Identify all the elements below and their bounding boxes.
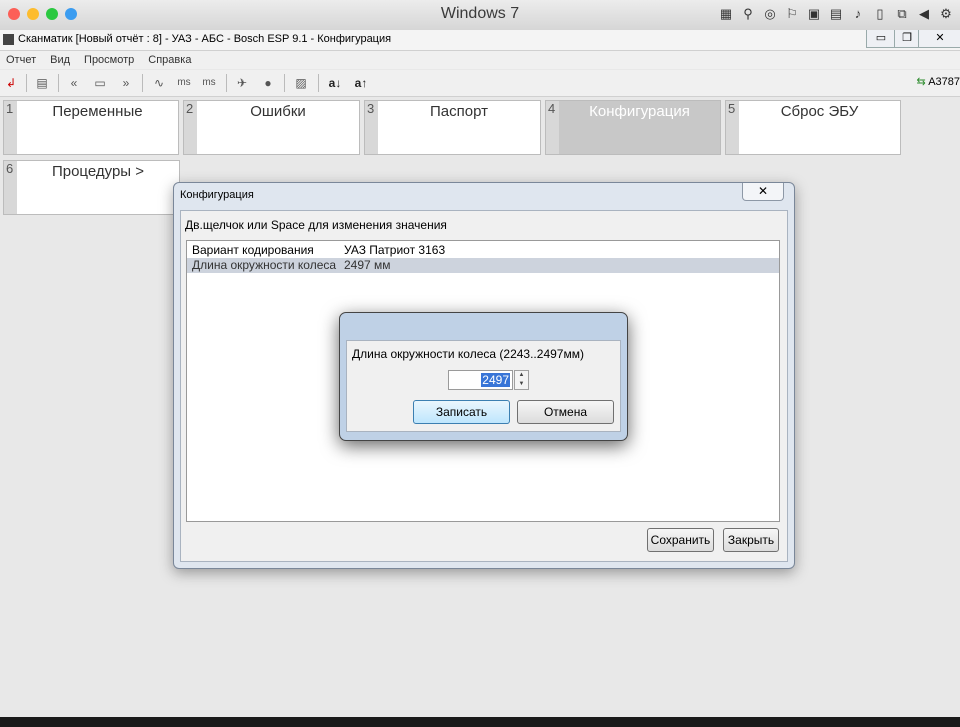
font-increase-icon[interactable]: a↑	[352, 74, 370, 92]
gear-icon[interactable]: ⚙	[938, 6, 954, 22]
usb-connection-icon: ⇆	[916, 76, 926, 88]
input-label: Длина окружности колеса (2243..2497мм)	[352, 347, 584, 361]
tab-ecu-reset[interactable]: 5 Сброс ЭБУ	[725, 100, 901, 155]
graph-icon[interactable]: ∿	[150, 74, 168, 92]
toolbar-separator	[26, 74, 27, 92]
tab-label: Конфигурация	[589, 103, 690, 120]
dialog-close-button[interactable]: ✕	[742, 183, 784, 201]
exit-icon[interactable]: ↲	[2, 74, 20, 92]
tab-number: 1	[4, 101, 17, 154]
connection-status: ⇆ A3787	[917, 75, 960, 88]
tab-number: 3	[365, 101, 378, 154]
save-icon[interactable]: ▤	[828, 6, 844, 22]
picture-icon[interactable]: ▨	[292, 74, 310, 92]
font-decrease-icon[interactable]: a↓	[326, 74, 344, 92]
row-name: Вариант кодирования	[192, 243, 314, 257]
tab-label: Сброс ЭБУ	[780, 103, 859, 120]
row-value: 2497 мм	[344, 258, 391, 272]
tab-label: Переменные	[52, 103, 143, 120]
speaker-icon[interactable]: ♪	[850, 6, 866, 22]
cd-icon[interactable]: ◎	[762, 6, 778, 22]
spin-up-icon[interactable]: ▲	[515, 371, 528, 380]
menu-bar: Отчет Вид Просмотр Справка	[0, 51, 960, 69]
rewind-icon[interactable]: «	[65, 74, 83, 92]
cancel-button[interactable]: Отмена	[517, 400, 614, 424]
plane-icon[interactable]: ✈	[233, 74, 251, 92]
app-title-bar: Сканматик [Новый отчёт : 8] - УАЗ - АБС …	[0, 30, 960, 51]
tab-number: 4	[546, 101, 559, 154]
report-icon[interactable]: ▤	[33, 74, 51, 92]
table-row[interactable]: Длина окружности колеса 2497 мм	[187, 258, 779, 273]
app-close-button[interactable]: ✕	[918, 30, 960, 48]
host-title-bar: Windows 7 ▦ ⚲ ◎ ⚐ ▣ ▤ ♪ ▯ ⧉ ◀ ⚙	[0, 0, 960, 31]
write-button[interactable]: Записать	[413, 400, 510, 424]
dialog-hint: Дв.щелчок или Space для изменения значен…	[185, 218, 447, 232]
record-icon[interactable]: ●	[259, 74, 277, 92]
image-icon[interactable]: ▣	[806, 6, 822, 22]
phone-icon[interactable]: ▯	[872, 6, 888, 22]
row-value: УАЗ Патриот 3163	[344, 243, 446, 257]
tab-label: Паспорт	[430, 103, 488, 120]
list-icon[interactable]: ▭	[91, 74, 109, 92]
row-name: Длина окружности колеса	[192, 258, 337, 272]
tab-label: Процедуры >	[51, 163, 145, 180]
dialog-title: Конфигурация	[180, 189, 254, 201]
window-icon[interactable]: ⧉	[894, 6, 910, 22]
tab-procedures[interactable]: 6 Процедуры >	[3, 160, 180, 215]
tab-number: 5	[726, 101, 739, 154]
tab-label: Ошибки	[250, 103, 306, 120]
arrow-left-icon[interactable]: ◀	[916, 6, 932, 22]
save-button[interactable]: Сохранить	[647, 528, 714, 552]
menu-view[interactable]: Вид	[50, 51, 70, 69]
input-dialog-body: Длина окружности колеса (2243..2497мм) 2…	[346, 340, 621, 432]
app-title: Сканматик [Новый отчёт : 8] - УАЗ - АБС …	[18, 33, 392, 45]
close-button[interactable]: Закрыть	[723, 528, 779, 552]
usb-icon[interactable]: ⚲	[740, 6, 756, 22]
toolbar: ↲ ▤ « ▭ » ∿ ms ms ✈ ● ▨ a↓ a↑ ⇆ A3787	[0, 70, 960, 97]
menu-help[interactable]: Справка	[148, 51, 191, 69]
keyboard-icon[interactable]: ▦	[718, 6, 734, 22]
toolbar-separator	[318, 74, 319, 92]
close-icon: ✕	[757, 184, 769, 198]
input-dialog: Длина окружности колеса (2243..2497мм) 2…	[339, 312, 628, 441]
table-row[interactable]: Вариант кодирования УАЗ Патриот 3163	[187, 243, 779, 258]
ms-minus-icon[interactable]: ms	[175, 74, 193, 92]
tab-number: 2	[184, 101, 197, 154]
minimize-button[interactable]: ▭	[866, 30, 896, 48]
restore-button[interactable]: ❐	[894, 30, 920, 48]
value-spinner[interactable]: ▲ ▼	[514, 370, 529, 390]
toolbar-separator	[226, 74, 227, 92]
spin-down-icon[interactable]: ▼	[515, 380, 528, 389]
tab-errors[interactable]: 2 Ошибки	[183, 100, 360, 155]
toolbar-separator	[58, 74, 59, 92]
network-icon[interactable]: ⚐	[784, 6, 800, 22]
menu-browse[interactable]: Просмотр	[84, 51, 134, 69]
adapter-id: A3787	[928, 76, 960, 88]
host-status-icons: ▦ ⚲ ◎ ⚐ ▣ ▤ ♪ ▯ ⧉ ◀ ⚙	[718, 6, 954, 22]
wheel-circumference-input[interactable]: 2497	[448, 370, 513, 390]
forward-icon[interactable]: »	[117, 74, 135, 92]
toolbar-separator	[284, 74, 285, 92]
app-icon	[3, 34, 14, 45]
input-value: 2497	[481, 373, 510, 387]
tab-variables[interactable]: 1 Переменные	[3, 100, 179, 155]
toolbar-separator	[142, 74, 143, 92]
tab-passport[interactable]: 3 Паспорт	[364, 100, 541, 155]
tab-number: 6	[4, 161, 17, 214]
taskbar	[0, 717, 960, 727]
menu-report[interactable]: Отчет	[6, 51, 36, 69]
ms-plus-icon[interactable]: ms	[200, 74, 218, 92]
tab-configuration[interactable]: 4 Конфигурация	[545, 100, 721, 155]
